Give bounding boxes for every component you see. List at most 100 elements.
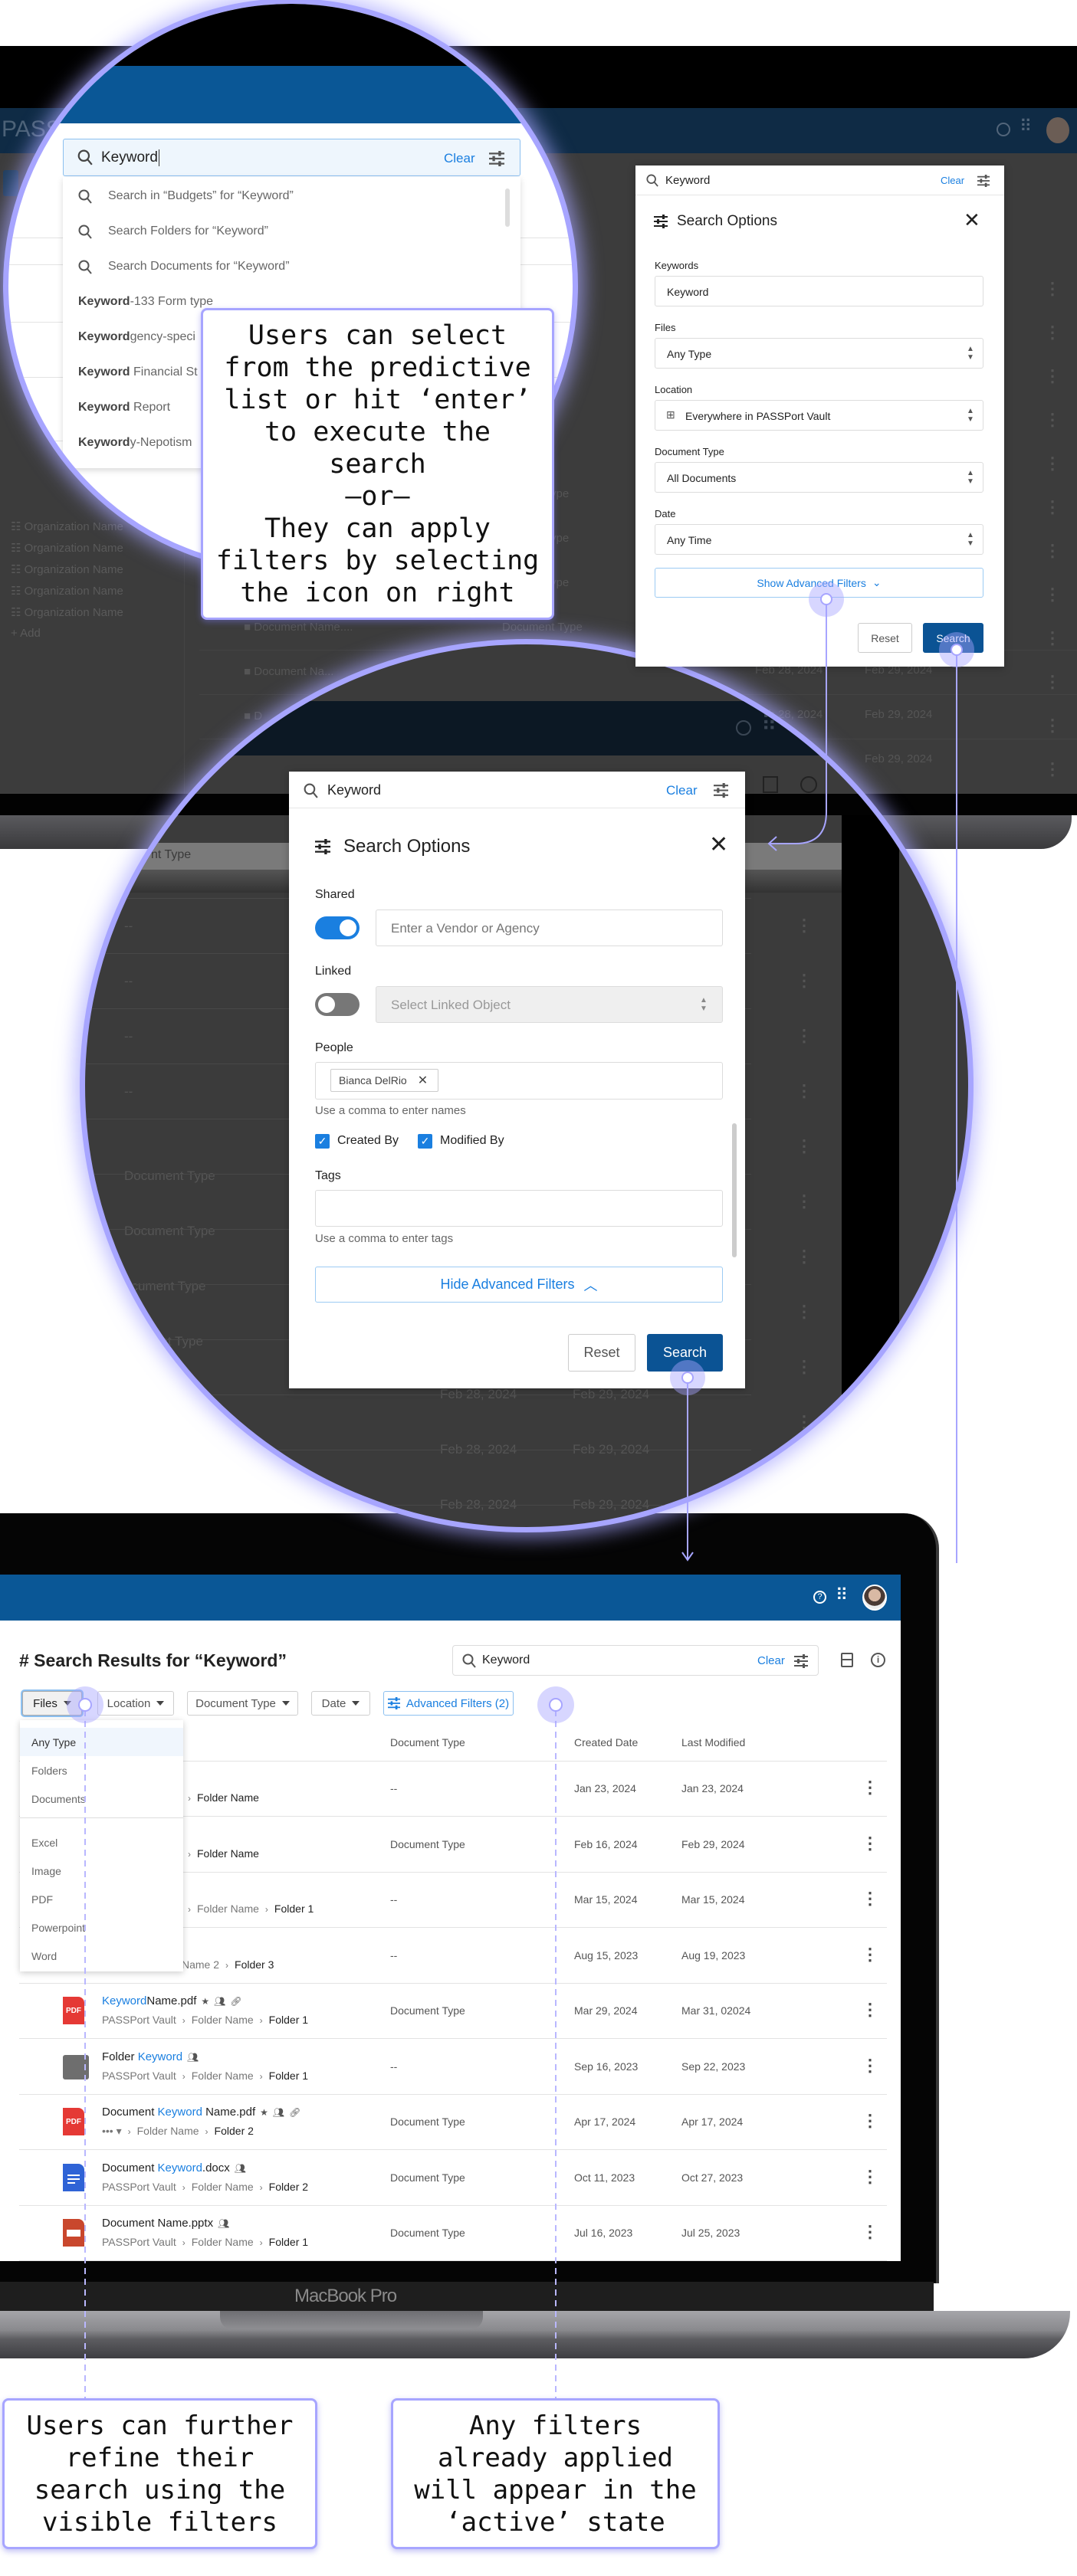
- kebab-menu-icon[interactable]: ⋮: [862, 1834, 878, 1853]
- files-menu-item[interactable]: Folders: [20, 1756, 183, 1785]
- help-icon[interactable]: ?: [813, 1591, 826, 1604]
- column-header-document-type[interactable]: Document Type: [390, 1736, 465, 1748]
- user-avatar[interactable]: [862, 1585, 887, 1611]
- breadcrumb-item[interactable]: Folder 1: [269, 2236, 308, 2248]
- kebab-menu-icon[interactable]: ⋮: [862, 1889, 878, 1909]
- close-icon[interactable]: ✕: [964, 208, 980, 232]
- filter-chip-date[interactable]: Date: [311, 1691, 370, 1716]
- reset-button[interactable]: Reset: [568, 1334, 635, 1372]
- result-name[interactable]: Document Keyword Name.pdf ★ 👥︎ 🔗︎: [102, 2106, 300, 2119]
- table-row[interactable]: Document Keyword.docx 👥︎ PASSPort Vault › Fo…: [19, 2150, 887, 2206]
- breadcrumb-item[interactable]: Folder Name: [192, 2181, 254, 2193]
- result-name[interactable]: Document Keyword.docx 👥︎: [102, 2161, 246, 2175]
- location-select[interactable]: ⊞ Everywhere in PASSPort Vault ▲ ▼: [655, 400, 983, 431]
- breadcrumb-item[interactable]: Folder Name: [192, 2070, 254, 2082]
- keywords-input[interactable]: Keyword: [655, 276, 983, 306]
- filter-chip-document-type[interactable]: Document Type: [187, 1691, 298, 1716]
- shared-toggle[interactable]: [315, 916, 360, 939]
- breadcrumb-item[interactable]: PASSPort Vault: [102, 2070, 176, 2082]
- breadcrumb-item[interactable]: Folder Name: [197, 1847, 259, 1860]
- predictive-search-input[interactable]: Keyword Clear: [63, 139, 520, 176]
- files-menu-item[interactable]: PDF: [20, 1885, 183, 1913]
- files-select[interactable]: Any Type ▲ ▼: [655, 338, 983, 369]
- breadcrumb-item[interactable]: Name 2: [182, 1958, 219, 1971]
- column-header-created-date[interactable]: Created Date: [574, 1736, 638, 1748]
- breadcrumb-item[interactable]: Folder Name: [192, 2236, 254, 2248]
- table-row[interactable]: Document Name.pptx 👥︎ PASSPort Vault › Folde…: [19, 2205, 887, 2261]
- scrollbar[interactable]: [732, 1123, 737, 1257]
- table-row[interactable]: PDF Document Keyword Name.pdf ★ 👥︎ 🔗︎ ••• ▾ › F…: [19, 2094, 887, 2150]
- filter-sliders-icon[interactable]: [977, 175, 990, 187]
- panel-search-bar[interactable]: Keyword Clear: [289, 772, 745, 808]
- breadcrumb-item[interactable]: Folder 1: [269, 2070, 308, 2082]
- remove-chip-icon[interactable]: ✕: [418, 1073, 428, 1088]
- files-menu-item[interactable]: Any Type: [20, 1728, 183, 1756]
- reset-button[interactable]: Reset: [858, 623, 912, 653]
- breadcrumb-item[interactable]: PASSPort Vault: [102, 2181, 176, 2193]
- close-icon[interactable]: ✕: [709, 831, 728, 858]
- modified-by-checkbox[interactable]: ✓: [418, 1134, 432, 1149]
- result-name[interactable]: Document Name.pptx 👥︎: [102, 2217, 229, 2230]
- result-name[interactable]: Folder Keyword 👥︎: [102, 2050, 199, 2063]
- files-menu-item[interactable]: Image: [20, 1857, 183, 1885]
- document-type-select[interactable]: All Documents ▲ ▼: [655, 462, 983, 493]
- breadcrumb-item[interactable]: Folder Name: [197, 1903, 259, 1915]
- column-header-last-modified[interactable]: Last Modified: [681, 1736, 745, 1748]
- date-select[interactable]: Any Time ▲ ▼: [655, 524, 983, 555]
- kebab-menu-icon[interactable]: ⋮: [862, 2167, 878, 2187]
- table-row[interactable]: Folder Keyword 👥︎ PASSPort Vault › Folder Na…: [19, 2039, 887, 2095]
- result-name[interactable]: KeywordName.pdf ★ 👥︎ 🔗︎: [102, 1994, 242, 2007]
- linked-object-select[interactable]: Select Linked Object ▲ ▼: [376, 986, 723, 1023]
- breadcrumb-item[interactable]: Folder 3: [235, 1958, 274, 1971]
- tags-input[interactable]: [315, 1190, 723, 1227]
- suggestion-item[interactable]: Search Folders for “Keyword”: [63, 215, 500, 249]
- breadcrumb-item[interactable]: Folder Name: [197, 1791, 259, 1804]
- breadcrumb-item[interactable]: PASSPort Vault: [102, 2014, 176, 2026]
- clear-button[interactable]: Clear: [757, 1654, 785, 1667]
- kebab-menu-icon[interactable]: ⋮: [862, 2056, 878, 2076]
- filter-sliders-icon[interactable]: [714, 783, 728, 798]
- breadcrumb-item[interactable]: Folder Name: [192, 2014, 254, 2026]
- clear-button[interactable]: Clear: [666, 783, 698, 798]
- layout-toggle-icon[interactable]: [841, 1653, 853, 1667]
- panel-search-bar[interactable]: Keyword Clear: [635, 166, 1004, 195]
- people-input[interactable]: Bianca DelRio ✕: [315, 1062, 723, 1100]
- filter-sliders-icon[interactable]: [489, 151, 504, 166]
- linked-toggle[interactable]: [315, 993, 360, 1016]
- kebab-menu-icon[interactable]: ⋮: [862, 1945, 878, 1965]
- files-menu-item[interactable]: Powerpoint: [20, 1913, 183, 1942]
- files-menu-item[interactable]: Word: [20, 1942, 183, 1970]
- breadcrumb-item[interactable]: ••• ▾: [102, 2125, 122, 2137]
- vendor-input[interactable]: Enter a Vendor or Agency: [376, 909, 723, 946]
- filter-sliders-icon[interactable]: [794, 1654, 808, 1668]
- hide-advanced-filters-button[interactable]: Hide Advanced Filters ︿: [315, 1267, 723, 1303]
- files-menu-item[interactable]: Excel: [20, 1828, 183, 1857]
- info-icon[interactable]: i: [871, 1653, 885, 1667]
- results-search-bar[interactable]: Keyword Clear: [452, 1645, 819, 1676]
- breadcrumb-item[interactable]: Folder Name: [137, 2125, 199, 2137]
- files-menu-item[interactable]: Documents: [20, 1785, 183, 1813]
- breadcrumb-item[interactable]: Folder 1: [269, 2014, 308, 2026]
- created-by-checkbox[interactable]: ✓: [315, 1134, 330, 1149]
- search-button[interactable]: Search: [647, 1334, 723, 1372]
- clear-button[interactable]: Clear: [444, 151, 475, 166]
- breadcrumb-item[interactable]: Folder 2: [269, 2181, 308, 2193]
- kebab-menu-icon[interactable]: ⋮: [862, 2222, 878, 2242]
- kebab-menu-icon[interactable]: ⋮: [862, 2000, 878, 2020]
- search-button[interactable]: Search: [923, 623, 983, 653]
- kebab-menu-icon[interactable]: ⋮: [862, 2111, 878, 2131]
- advanced-filters-button[interactable]: Advanced Filters (2): [383, 1691, 514, 1716]
- filter-chip-files[interactable]: Files: [22, 1691, 82, 1716]
- clear-button[interactable]: Clear: [941, 175, 964, 186]
- breadcrumb-item[interactable]: Folder 1: [274, 1903, 314, 1915]
- suggestion-item[interactable]: Search Documents for “Keyword”: [63, 251, 500, 284]
- filter-chip-location[interactable]: Location: [97, 1691, 174, 1716]
- show-advanced-filters-button[interactable]: Show Advanced Filters ⌄: [655, 568, 983, 598]
- scrollbar[interactable]: [505, 188, 510, 227]
- kebab-menu-icon[interactable]: ⋮: [862, 1778, 878, 1798]
- table-row[interactable]: PDF KeywordName.pdf ★ 👥︎ 🔗︎ PASSPort Vault › Fo…: [19, 1983, 887, 2039]
- apps-grid-icon[interactable]: ⠿: [836, 1585, 848, 1605]
- breadcrumb-item[interactable]: Folder 2: [215, 2125, 254, 2137]
- suggestion-item[interactable]: Search in “Budgets” for “Keyword”: [63, 180, 500, 214]
- breadcrumb-item[interactable]: PASSPort Vault: [102, 2236, 176, 2248]
